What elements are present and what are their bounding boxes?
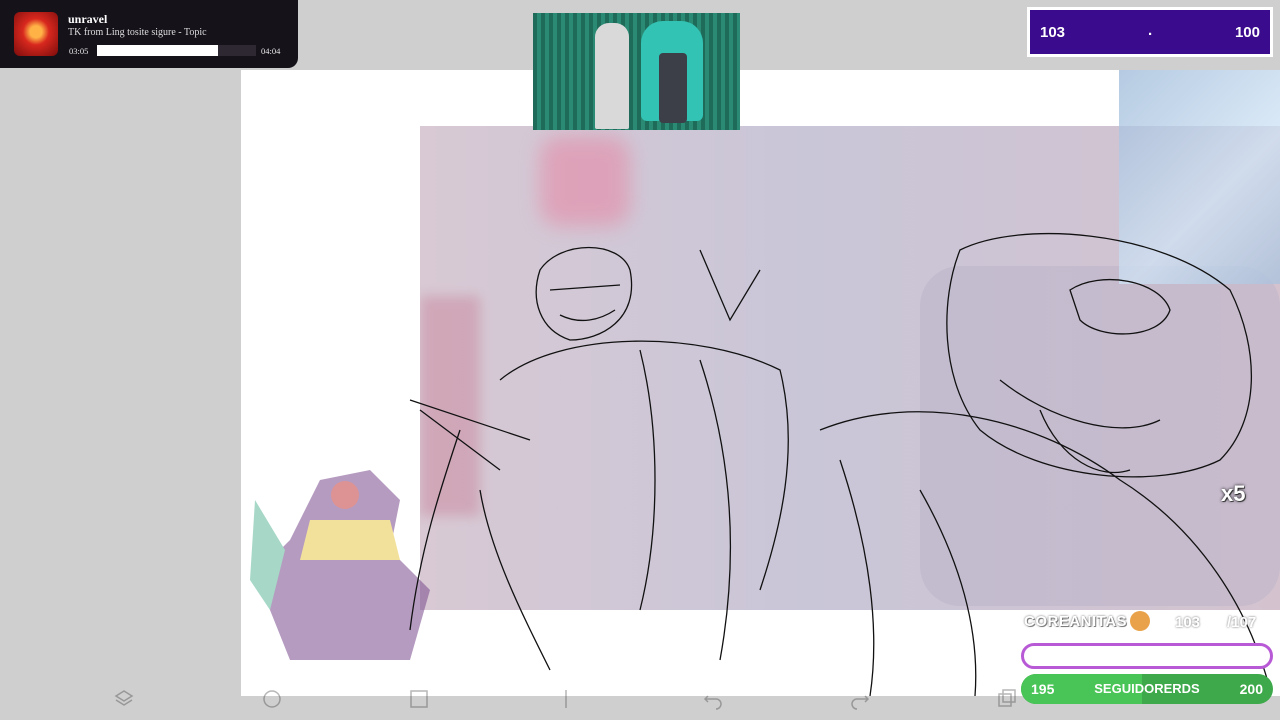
- song-artist: TK from Ling tosite sigure - Topic: [68, 27, 207, 38]
- score-left: 103: [1040, 24, 1066, 41]
- emoji-icon: [1130, 611, 1150, 631]
- score-separator: .: [1148, 22, 1153, 39]
- score-box: 103 . 100: [1027, 7, 1273, 57]
- subscriber-goal-target: /107: [1227, 614, 1257, 631]
- undo-icon[interactable]: [702, 688, 724, 710]
- song-title: unravel: [68, 12, 108, 26]
- subscriber-goal-current: 103: [1175, 614, 1201, 631]
- layers-icon[interactable]: [113, 688, 135, 710]
- subscriber-goal-bar: [1021, 643, 1273, 669]
- copy-icon[interactable]: [996, 688, 1018, 710]
- video-overlay: [533, 13, 740, 130]
- follower-goal-label: SEGUIDORERDS: [1094, 681, 1200, 696]
- total-time: 04:04: [261, 46, 281, 56]
- score-right: 100: [1234, 24, 1260, 41]
- square-icon[interactable]: [408, 688, 430, 710]
- music-player-widget: unravel TK from Ling tosite sigure - Top…: [0, 0, 298, 68]
- current-time: 03:05: [69, 46, 89, 56]
- circle-icon[interactable]: [261, 688, 283, 710]
- follower-goal-bar: SEGUIDORERDS 195 200: [1021, 674, 1273, 704]
- song-progress-bar: [97, 45, 256, 56]
- album-art: [14, 12, 58, 56]
- combo-counter: x5: [1221, 481, 1246, 506]
- song-progress-fill: [97, 45, 218, 56]
- follower-goal-end: 200: [1239, 681, 1263, 697]
- subscriber-goal-label: COREANITAS: [1024, 613, 1128, 630]
- redo-icon[interactable]: [849, 688, 871, 710]
- follower-goal-start: 195: [1031, 681, 1055, 697]
- pen-icon[interactable]: [555, 688, 577, 710]
